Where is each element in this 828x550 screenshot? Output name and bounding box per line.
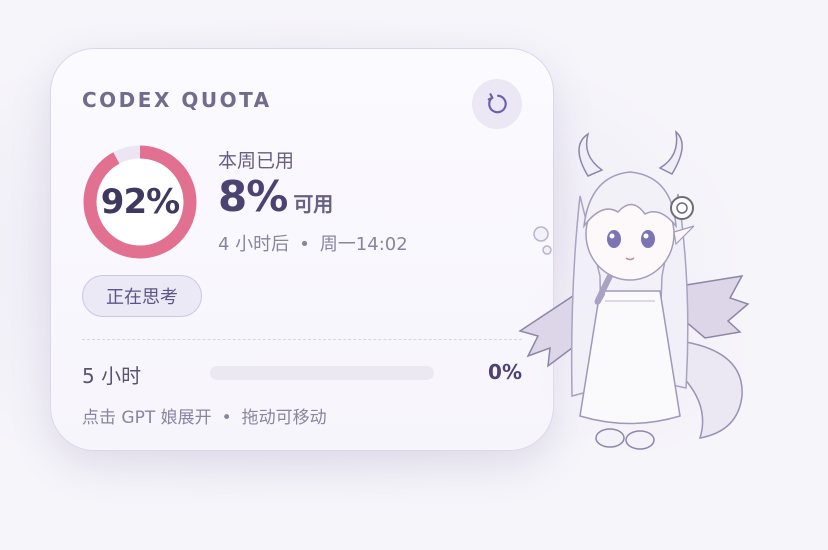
weekly-used-percent: 92% xyxy=(100,182,180,222)
available-suffix: 可用 xyxy=(293,192,334,216)
weekly-available: 8% 可用 xyxy=(218,172,333,221)
reset-info: 4 小时后 • 周一14:02 xyxy=(218,230,408,256)
reset-relative: 4 小时后 xyxy=(218,234,290,255)
short-window-label: 5 小时 xyxy=(82,364,142,388)
footer-separator: • xyxy=(221,408,232,428)
dragon-girl-mascot-icon[interactable] xyxy=(510,126,750,456)
reset-separator: • xyxy=(299,234,310,255)
weekly-period-label: 本周已用 xyxy=(218,150,295,172)
footer-hint: 点击 GPT 娘展开 • 拖动可移动 xyxy=(82,403,327,428)
refresh-button[interactable] xyxy=(472,79,522,129)
dashed-divider xyxy=(82,339,522,340)
refresh-icon xyxy=(487,93,507,114)
available-percent: 8% xyxy=(218,172,288,221)
widget-title: CODEX QUOTA xyxy=(82,88,272,112)
status-badge: 正在思考 xyxy=(82,275,202,317)
short-window-progress-bar xyxy=(210,366,434,380)
reset-time: 周一14:02 xyxy=(319,234,408,255)
footer-click-hint: 点击 GPT 娘展开 xyxy=(82,408,212,428)
footer-drag-hint: 拖动可移动 xyxy=(241,408,327,428)
